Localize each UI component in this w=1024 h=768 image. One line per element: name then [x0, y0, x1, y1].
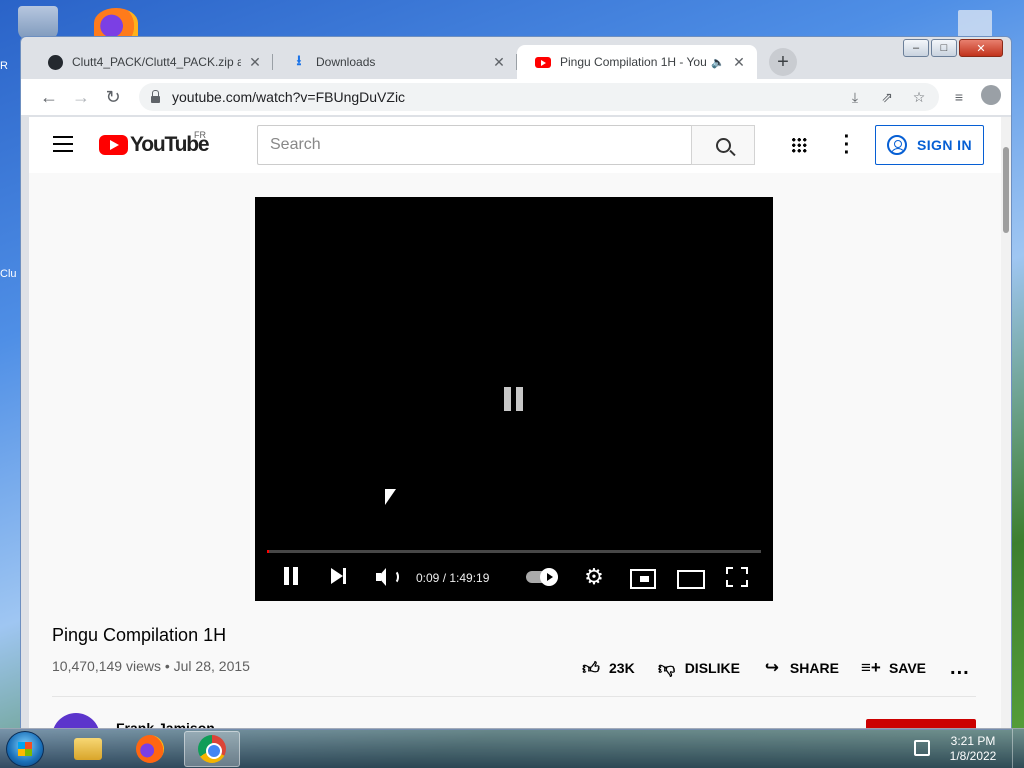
player-controls: 0:09 / 1:49:19 ⚙: [255, 559, 773, 595]
close-tab-icon[interactable]: ✕: [247, 54, 263, 71]
youtube-page: YouTube FR Search · · · SIGN IN 0:09 / 1…: [29, 117, 1001, 729]
pause-icon[interactable]: [281, 565, 301, 589]
youtube-logo[interactable]: YouTube FR: [99, 130, 210, 157]
fullscreen-icon[interactable]: [726, 565, 748, 589]
apps-grid-icon[interactable]: [791, 137, 807, 153]
thumbs-up-icon: 👍︎: [582, 658, 600, 678]
chrome-icon: [198, 735, 226, 763]
share-button[interactable]: ↪ SHARE: [762, 658, 839, 678]
taskbar-explorer[interactable]: [60, 731, 116, 767]
lock-icon[interactable]: [151, 89, 160, 103]
browser-toolbar: ← → ↻ youtube.com/watch?v=FBUngDuVZic ⤓ …: [21, 79, 1011, 115]
settings-more-icon[interactable]: · · ·: [837, 127, 857, 163]
github-icon: [47, 54, 63, 70]
folder-icon: [74, 738, 102, 760]
thumbs-down-icon: 👎︎: [658, 658, 676, 678]
save-label: SAVE: [888, 660, 927, 676]
new-tab-button[interactable]: +: [769, 48, 797, 76]
share-page-icon[interactable]: ⇗: [871, 85, 903, 109]
video-actions: 👍︎ 23K 👎︎ DISLIKE ↪ SHARE ≡+ SAVE ...: [581, 656, 970, 680]
system-clock[interactable]: 3:21 PM 1/8/2022: [940, 734, 1006, 764]
more-actions-icon[interactable]: ...: [950, 657, 970, 680]
youtube-play-icon: [99, 135, 128, 155]
scrollbar-thumb[interactable]: [1003, 147, 1009, 233]
youtube-icon: [535, 54, 551, 70]
divider: [52, 696, 976, 697]
video-title: Pingu Compilation 1H: [52, 625, 227, 645]
settings-gear-icon[interactable]: ⚙: [583, 565, 605, 589]
clock-date: 1/8/2022: [949, 749, 997, 763]
tab-github[interactable]: Clutt4_PACK/Clutt4_PACK.zip at m ✕: [29, 45, 273, 79]
dislike-label: DISLIKE: [684, 660, 740, 676]
bookmark-star-icon[interactable]: ☆: [903, 85, 935, 109]
close-tab-icon[interactable]: ✕: [491, 54, 507, 71]
taskbar-chrome[interactable]: [184, 731, 240, 767]
search-input[interactable]: Search: [257, 125, 692, 165]
hamburger-menu-icon[interactable]: [53, 136, 73, 152]
search-icon: [715, 137, 731, 153]
video-player[interactable]: 0:09 / 1:49:19 ⚙: [255, 197, 773, 601]
tab-youtube[interactable]: Pingu Compilation 1H - YouT 🔈 ✕: [517, 45, 757, 79]
taskbar-firefox[interactable]: [122, 731, 178, 767]
address-bar[interactable]: youtube.com/watch?v=FBUngDuVZic ⤓ ⇗ ☆: [139, 83, 939, 111]
reload-icon[interactable]: ↻: [97, 81, 129, 113]
forward-arrow-icon[interactable]: →: [65, 81, 97, 113]
show-desktop-button[interactable]: [1012, 729, 1024, 768]
volume-wave-icon: [389, 570, 399, 584]
miniplayer-icon[interactable]: [629, 565, 656, 589]
profile-avatar-icon[interactable]: [981, 85, 1001, 105]
autoplay-knob-icon: [540, 568, 558, 586]
speaker-icon[interactable]: 🔈: [711, 56, 725, 69]
back-arrow-icon[interactable]: ←: [33, 81, 65, 113]
start-button-icon[interactable]: [6, 731, 44, 767]
network-tray-icon[interactable]: [914, 740, 930, 756]
desktop-icon-label: R: [0, 60, 8, 72]
playlist-add-icon: ≡+: [861, 658, 881, 677]
pause-indicator-icon: [504, 387, 524, 411]
maximize-button[interactable]: □: [931, 39, 957, 57]
save-button[interactable]: ≡+ SAVE: [861, 658, 926, 678]
like-count: 23K: [609, 660, 635, 676]
progress-fill: [267, 550, 270, 553]
video-meta: 10,470,149 views • Jul 28, 2015: [52, 658, 250, 674]
time-display: 0:09 / 1:49:19: [416, 571, 490, 585]
share-arrow-icon: ↪: [764, 658, 780, 677]
sign-in-button[interactable]: SIGN IN: [875, 125, 984, 165]
recycle-bin-icon[interactable]: [18, 6, 58, 40]
theater-mode-icon[interactable]: [677, 565, 705, 589]
dislike-button[interactable]: 👎︎ DISLIKE: [657, 658, 740, 678]
tab-strip: Clutt4_PACK/Clutt4_PACK.zip at m ✕ ⭳ Dow…: [21, 45, 921, 79]
share-label: SHARE: [789, 660, 839, 676]
url-text[interactable]: youtube.com/watch?v=FBUngDuVZic: [172, 89, 405, 105]
tab-title: Clutt4_PACK/Clutt4_PACK.zip at m: [72, 55, 241, 69]
account-icon: [887, 135, 908, 155]
firefox-desktop-icon[interactable]: [94, 8, 138, 38]
download-icon: ⭳: [296, 52, 302, 68]
youtube-header: YouTube FR Search · · · SIGN IN: [29, 117, 1001, 173]
taskbar: 3:21 PM 1/8/2022: [0, 728, 1024, 768]
firefox-icon: [136, 735, 164, 763]
autoplay-toggle[interactable]: [526, 568, 558, 586]
install-icon[interactable]: ⤓: [839, 85, 871, 109]
sign-in-label: SIGN IN: [917, 137, 972, 153]
tab-title: Pingu Compilation 1H - YouT: [560, 55, 708, 69]
page-scrollbar[interactable]: [1001, 117, 1011, 729]
desktop-file-icon[interactable]: [958, 10, 992, 38]
close-window-button[interactable]: ✕: [959, 39, 1003, 57]
close-tab-icon[interactable]: ✕: [731, 54, 747, 71]
chrome-window: – □ ✕ Clutt4_PACK/Clutt4_PACK.zip at m ✕…: [20, 36, 1012, 730]
search-button[interactable]: [691, 125, 755, 165]
chrome-menu-icon[interactable]: ⋮: [1007, 85, 1011, 109]
tab-downloads[interactable]: ⭳ Downloads ✕: [273, 45, 517, 79]
like-button[interactable]: 👍︎ 23K: [581, 658, 635, 678]
desktop-icon-label: Clu: [0, 268, 17, 280]
clock-time: 3:21 PM: [950, 734, 996, 748]
progress-bar[interactable]: [267, 550, 761, 553]
mouse-cursor-icon: [385, 489, 396, 505]
next-video-icon[interactable]: [329, 565, 349, 589]
tab-title: Downloads: [316, 55, 376, 69]
media-controls-icon[interactable]: ≡: [943, 85, 975, 109]
region-code: FR: [194, 130, 206, 140]
